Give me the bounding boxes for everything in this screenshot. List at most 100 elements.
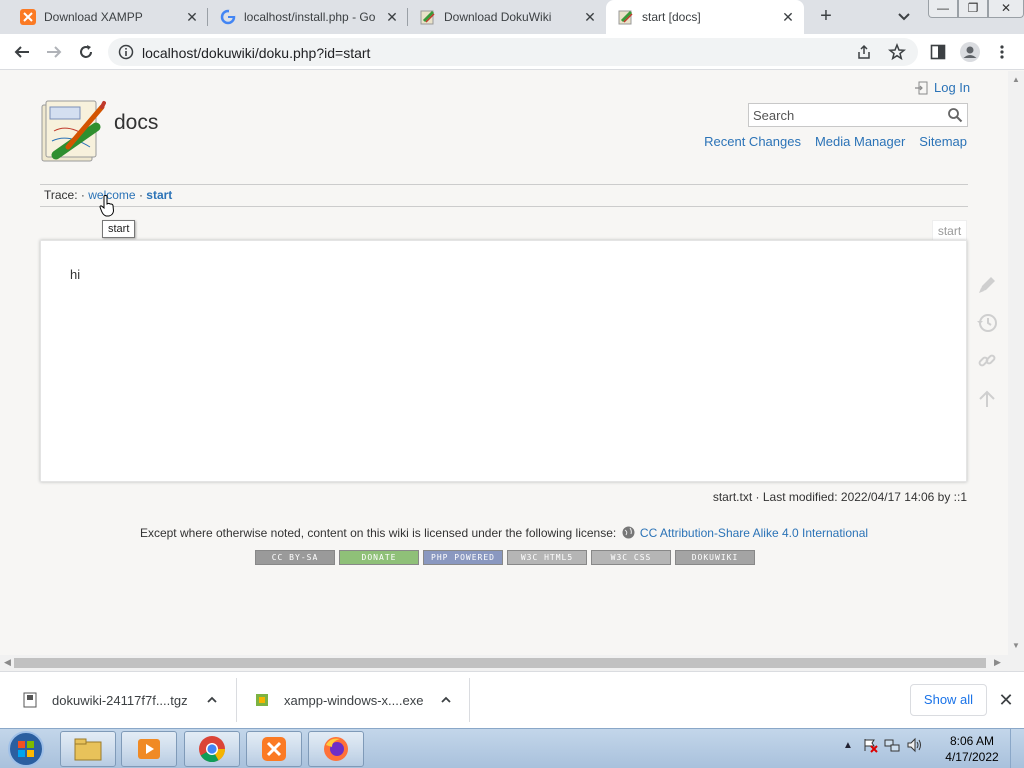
license-link[interactable]: CC Attribution-Share Alike 4.0 Internati… [640,526,868,540]
page-content: hi [40,240,967,482]
info-icon[interactable] [118,44,134,60]
badge-w3c-css[interactable]: W3C CSS [591,550,671,565]
show-desktop-button[interactable] [1010,729,1024,768]
login-icon [914,81,928,95]
tab-search-icon[interactable] [895,8,913,26]
site-tools-nav: Recent Changes Media Manager Sitemap [704,134,967,149]
badge-donate[interactable]: DONATE [339,550,419,565]
scroll-up-arrow-icon[interactable]: ▲ [1012,75,1020,84]
xampp-taskbar-icon[interactable] [246,731,302,767]
windows-start-button[interactable] [6,730,46,768]
tab-download-xampp[interactable]: Download XAMPP ✕ [8,0,208,34]
scrollbar-thumb[interactable] [14,658,986,668]
firefox-taskbar-icon[interactable] [308,731,364,767]
media-manager-link[interactable]: Media Manager [815,134,905,149]
download-item-xampp[interactable]: xampp-windows-x....exe [254,684,464,716]
tab-title: start [docs] [642,10,701,24]
tab-start-docs[interactable]: start [docs] ✕ [606,0,804,34]
page-id-tab: start [932,220,967,240]
show-all-downloads-button[interactable]: Show all [910,684,987,716]
breadcrumb-separator: · [138,188,143,202]
login-link[interactable]: Log In [914,80,970,95]
download-item-dokuwiki[interactable]: dokuwiki-24117f7f....tgz [22,684,232,716]
license-text: Except where otherwise noted, content on… [139,526,617,540]
download-filename: dokuwiki-24117f7f....tgz [52,692,188,708]
vertical-scrollbar[interactable]: ▲ ▼ [1008,71,1024,655]
globe-icon [622,526,635,539]
menu-kebab-icon[interactable] [992,42,1012,62]
badge-cc-by-sa[interactable]: CC BY-SA [255,550,335,565]
network-icon[interactable] [884,737,900,753]
scroll-right-arrow-icon[interactable]: ▶ [994,657,1001,668]
browser-tab-strip: Download XAMPP ✕ localhost/install.php -… [0,0,1024,34]
sitemap-link[interactable]: Sitemap [919,134,967,149]
badge-dokuwiki[interactable]: DOKUWIKI [675,550,755,565]
action-center-flag-icon[interactable] [862,737,878,753]
reload-icon[interactable] [74,40,98,64]
dokuwiki-icon [420,9,436,25]
backlinks-icon[interactable] [974,348,1000,374]
archive-file-icon [22,692,38,708]
show-hidden-icons-icon[interactable]: ▲ [840,737,856,753]
search-icon[interactable] [947,107,963,123]
dokuwiki-icon [618,9,634,25]
xampp-icon [20,9,36,25]
dokuwiki-page: docs Log In Recent Changes Media Manager… [0,71,1008,655]
recent-changes-link[interactable]: Recent Changes [704,134,801,149]
back-icon[interactable] [10,40,34,64]
address-bar[interactable]: localhost/dokuwiki/doku.php?id=start [108,38,918,66]
download-shelf: dokuwiki-24117f7f....tgz xampp-windows-x… [0,671,1024,728]
search-input[interactable] [749,104,939,126]
divider [236,678,237,722]
volume-icon[interactable] [906,737,922,753]
system-tray: ▲ [840,737,922,753]
restore-button[interactable]: ❐ [958,0,988,18]
doc-info: start.txt · Last modified: 2022/04/17 14… [712,490,967,504]
chevron-up-icon[interactable] [440,694,452,706]
site-title[interactable]: docs [114,111,158,135]
chevron-up-icon[interactable] [206,694,218,706]
close-icon[interactable]: ✕ [384,9,400,25]
badge-php-powered[interactable]: PHP POWERED [423,550,503,565]
file-explorer-taskbar-icon[interactable] [60,731,116,767]
side-panel-icon[interactable] [928,42,948,62]
dokuwiki-logo[interactable] [38,97,106,165]
footer-badges: CC BY-SA DONATE PHP POWERED W3C HTML5 W3… [255,550,755,565]
google-icon [220,9,236,25]
close-icon[interactable]: ✕ [582,9,598,25]
forward-icon[interactable] [42,40,66,64]
history-icon[interactable] [974,310,1000,336]
horizontal-scrollbar[interactable]: ◀ ▶ [0,655,1024,671]
profile-avatar-icon[interactable] [960,42,980,62]
close-icon[interactable]: ✕ [184,9,200,25]
badge-w3c-html5[interactable]: W3C HTML5 [507,550,587,565]
hand-cursor-icon [99,195,115,217]
tab-download-dokuwiki[interactable]: Download DokuWiki ✕ [408,0,606,34]
back-to-top-icon[interactable] [974,386,1000,412]
close-icon[interactable]: ✕ [996,690,1016,710]
page-tools [974,272,1000,424]
license-notice: Except where otherwise noted, content on… [0,526,1008,540]
bookmark-star-icon[interactable] [888,42,906,61]
close-icon[interactable]: ✕ [780,9,796,25]
share-icon[interactable] [856,44,872,60]
minimize-button[interactable]: — [928,0,958,18]
close-window-button[interactable]: ✕ [988,0,1024,18]
chrome-taskbar-icon[interactable] [184,731,240,767]
tab-localhost-install[interactable]: localhost/install.php - Go ✕ [208,0,408,34]
clock-time: 8:06 AM [949,734,995,748]
clock-date: 4/17/2022 [945,750,999,764]
login-label: Log In [934,80,971,95]
taskbar-clock[interactable]: 8:06 AM 4/17/2022 [942,733,1002,765]
trace-label: Trace: [44,188,78,202]
scroll-down-arrow-icon[interactable]: ▼ [1012,641,1020,650]
media-player-taskbar-icon[interactable] [121,731,177,767]
page-body-text: hi [70,267,81,282]
new-tab-button[interactable]: + [814,5,838,29]
tab-title: Download XAMPP [44,10,143,24]
scroll-left-arrow-icon[interactable]: ◀ [4,657,11,668]
edit-pencil-icon[interactable] [974,272,1000,298]
divider [469,678,470,722]
breadcrumb: Trace: · welcome · start [40,184,968,207]
breadcrumb-link-start[interactable]: start [146,188,172,202]
